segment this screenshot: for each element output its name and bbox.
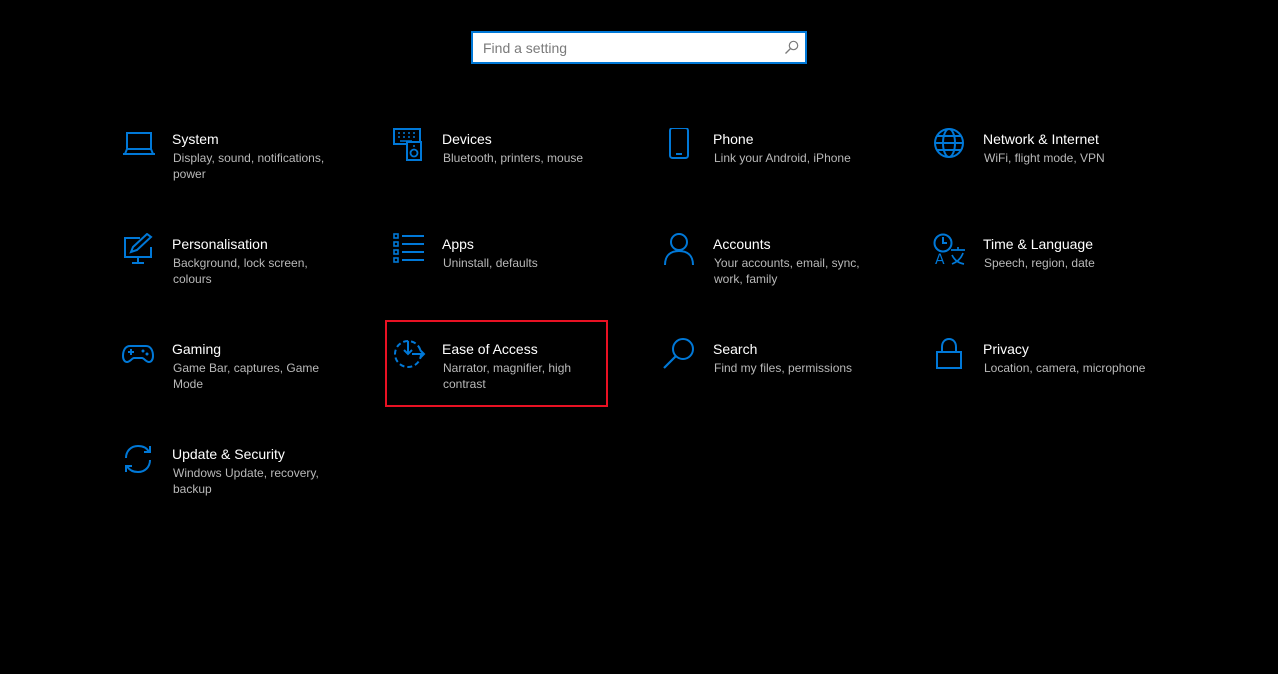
tile-description: WiFi, flight mode, VPN <box>984 151 1105 165</box>
tile-network[interactable]: Network & Internet WiFi, flight mode, VP… <box>933 128 1159 208</box>
tile-description: Windows Update, recovery, backup <box>173 466 319 496</box>
phone-icon <box>669 128 689 159</box>
tile-update-security[interactable]: Update & Security Windows Update, recove… <box>122 443 348 523</box>
tile-description: Uninstall, defaults <box>443 256 538 270</box>
sync-icon <box>125 444 151 474</box>
tile-description: Display, sound, notifications, power <box>173 151 325 181</box>
laptop-icon <box>123 132 155 155</box>
tile-personalisation[interactable]: Personalisation Background, lock screen,… <box>122 233 348 313</box>
tile-devices[interactable]: Devices Bluetooth, printers, mouse <box>392 128 618 208</box>
tile-apps[interactable]: Apps Uninstall, defaults <box>392 233 618 313</box>
lock-icon <box>936 338 962 369</box>
gamepad-icon <box>122 345 155 364</box>
tile-title: Gaming <box>172 341 222 357</box>
tile-title: Accounts <box>713 236 771 252</box>
tile-description: Your accounts, email, sync, work, family <box>714 256 860 286</box>
tile-title: Time & Language <box>983 236 1093 252</box>
highlight-box <box>385 320 608 407</box>
tile-description: Link your Android, iPhone <box>714 151 851 165</box>
tile-system[interactable]: System Display, sound, notifications, po… <box>122 128 348 208</box>
keyboard-speaker-icon <box>393 128 422 161</box>
tile-gaming[interactable]: Gaming Game Bar, captures, Game Mode <box>122 338 348 418</box>
tile-description: Game Bar, captures, Game Mode <box>173 361 320 391</box>
tile-description: Background, lock screen, colours <box>173 256 308 286</box>
tile-description: Bluetooth, printers, mouse <box>443 151 584 165</box>
pen-monitor-icon <box>124 233 153 264</box>
tile-description: Find my files, permissions <box>714 361 853 375</box>
search-box[interactable] <box>471 31 807 64</box>
tile-privacy[interactable]: Privacy Location, camera, microphone <box>933 338 1159 418</box>
tile-title: System <box>172 131 219 147</box>
tile-title: Network & Internet <box>983 131 1099 147</box>
search-input[interactable] <box>473 33 783 62</box>
globe-icon <box>934 128 964 158</box>
search-icon[interactable] <box>784 40 799 55</box>
list-icon <box>393 233 424 263</box>
tile-accounts[interactable]: Accounts Your accounts, email, sync, wor… <box>663 233 889 313</box>
time-language-icon: A <box>933 233 965 267</box>
tile-phone[interactable]: Phone Link your Android, iPhone <box>663 128 889 208</box>
tile-title: Devices <box>442 131 492 147</box>
tile-search[interactable]: Search Find my files, permissions <box>663 338 889 418</box>
tile-description: Speech, region, date <box>984 256 1095 270</box>
magnifier-icon <box>663 338 694 369</box>
tile-title: Update & Security <box>172 446 285 462</box>
tile-title: Personalisation <box>172 236 268 252</box>
tile-title: Privacy <box>983 341 1029 357</box>
tile-title: Search <box>713 341 758 357</box>
svg-text:A: A <box>935 252 945 267</box>
tile-time-language[interactable]: A Time & Language Speech, region, date <box>933 233 1159 313</box>
tile-title: Apps <box>442 236 474 252</box>
tile-description: Location, camera, microphone <box>984 361 1146 375</box>
person-icon <box>664 233 694 266</box>
tile-title: Phone <box>713 131 754 147</box>
